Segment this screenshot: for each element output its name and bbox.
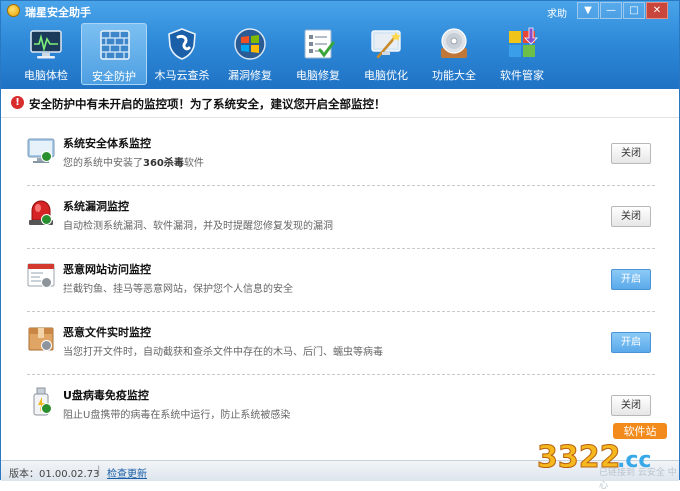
monitor-item-vulnerability: 系统漏洞监控 自动检测系统漏洞、软件漏洞，并及时提醒您修复发现的漏洞 关闭 — [19, 190, 657, 252]
disc-icon — [441, 28, 467, 58]
item-title: 恶意网站访问监控 — [63, 263, 151, 276]
warning-text: 安全防护中有未开启的监控项！为了系统安全，建议您开启全部监控！ — [29, 97, 386, 111]
status-on-icon — [41, 151, 52, 162]
app-logo-icon — [7, 4, 20, 17]
divider — [27, 248, 655, 249]
monitor-item-malicious-website: 恶意网站访问监控 拦截钓鱼、挂马等恶意网站，保护您个人信息的安全 开启 — [19, 253, 657, 315]
tab-pc-optimize[interactable]: 电脑优化 — [353, 23, 419, 85]
toggle-button[interactable]: 关闭 — [611, 206, 651, 227]
item-title: 系统安全体系监控 — [63, 137, 151, 150]
item-description: 自动检测系统漏洞、软件漏洞，并及时提醒您修复发现的漏洞 — [63, 221, 333, 232]
divider — [27, 311, 655, 312]
item-title: 恶意文件实时监控 — [63, 326, 151, 339]
header: 瑞星安全助手 求助 ▼ — □ ✕ 电脑体检 安全防护 木马云查杀 漏洞修复 电… — [1, 1, 679, 89]
close-button[interactable]: ✕ — [646, 2, 668, 19]
help-link[interactable]: 求助 — [547, 5, 567, 20]
checklist-icon — [304, 29, 335, 59]
tab-pc-repair[interactable]: 电脑修复 — [285, 23, 351, 85]
watermark-tag: 软件站 — [624, 424, 657, 438]
status-off-icon — [41, 340, 52, 351]
software-icon — [509, 27, 538, 57]
toggle-button[interactable]: 开启 — [611, 332, 651, 353]
divider — [1, 117, 679, 118]
tab-label: 安全防护 — [92, 70, 136, 83]
app-window: 瑞星安全助手 求助 ▼ — □ ✕ 电脑体检 安全防护 木马云查杀 漏洞修复 电… — [0, 0, 680, 491]
tab-label: 电脑体检 — [24, 69, 68, 82]
app-title: 瑞星安全助手 — [25, 6, 91, 19]
status-on-icon — [41, 214, 52, 225]
item-description: 拦截钓鱼、挂马等恶意网站，保护您个人信息的安全 — [63, 284, 293, 295]
maximize-button[interactable]: □ — [623, 2, 645, 19]
separator: | — [97, 465, 101, 476]
tab-label: 漏洞修复 — [228, 69, 272, 82]
title-bar: 瑞星安全助手 求助 ▼ — □ ✕ — [1, 1, 679, 21]
status-off-icon — [41, 277, 52, 288]
tab-all-features[interactable]: 功能大全 — [421, 23, 487, 85]
tab-pc-checkup[interactable]: 电脑体检 — [13, 23, 79, 85]
windows-icon — [234, 28, 266, 60]
monitor-icon — [30, 30, 62, 59]
monitor-item-malicious-file: 恶意文件实时监控 当您打开文件时，自动截获和查杀文件中存在的木马、后门、蠕虫等病… — [19, 316, 657, 378]
desc-highlight: 360杀毒 — [143, 158, 184, 169]
tab-label: 功能大全 — [432, 69, 476, 82]
divider — [27, 374, 655, 375]
item-description: 当您打开文件时，自动截获和查杀文件中存在的木马、后门、蠕虫等病毒 — [63, 347, 383, 358]
toggle-button[interactable]: 开启 — [611, 269, 651, 290]
watermark-logo: 软件站 3322 .cc — [537, 423, 667, 473]
item-description: 阻止U盘携带的病毒在系统中运行，防止系统被感染 — [63, 410, 291, 421]
tab-label: 木马云查杀 — [154, 69, 210, 82]
desc-text: 您的系统中安装了 — [63, 158, 143, 169]
item-title: U盘病毒免疫监控 — [63, 389, 149, 402]
tab-vulnerability-fix[interactable]: 漏洞修复 — [217, 23, 283, 85]
shield-icon — [168, 28, 196, 60]
toggle-button[interactable]: 关闭 — [611, 143, 651, 164]
tab-software-manager[interactable]: 软件管家 — [489, 23, 555, 85]
warning-icon: ! — [11, 96, 24, 109]
check-update-link[interactable]: 检查更新 — [107, 465, 147, 480]
tab-security-protection[interactable]: 安全防护 — [81, 23, 147, 85]
menu-button[interactable]: ▼ — [577, 2, 599, 19]
tab-label: 电脑优化 — [364, 69, 408, 82]
status-on-icon — [41, 403, 52, 414]
tab-label: 软件管家 — [500, 69, 544, 82]
watermark-number: 3322 — [537, 440, 621, 473]
watermark-domain: .cc — [617, 448, 651, 473]
tab-label: 电脑修复 — [296, 69, 340, 82]
firewall-icon — [100, 30, 130, 60]
version-label: 版本：01.00.02.73 — [9, 469, 100, 480]
desc-text: 软件 — [183, 158, 204, 169]
minimize-button[interactable]: — — [600, 2, 622, 19]
tab-trojan-scan[interactable]: 木马云查杀 — [149, 23, 215, 85]
wand-icon — [371, 30, 401, 59]
toggle-button[interactable]: 关闭 — [611, 395, 651, 416]
monitor-item-system-security: 系统安全体系监控 您的系统中安装了360杀毒软件 关闭 — [19, 127, 657, 189]
divider — [27, 185, 655, 186]
item-title: 系统漏洞监控 — [63, 200, 129, 213]
item-description: 您的系统中安装了360杀毒软件 — [63, 154, 204, 169]
